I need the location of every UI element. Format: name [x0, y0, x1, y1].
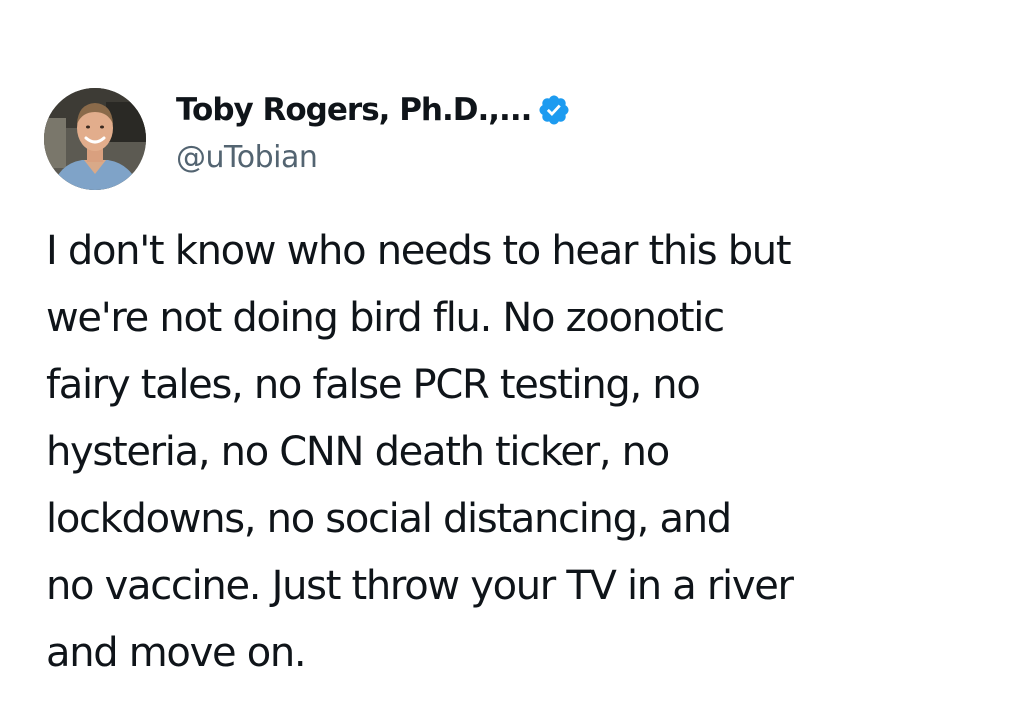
author-avatar[interactable]: [44, 88, 146, 190]
profile-photo-icon: [44, 88, 146, 190]
author-display-name[interactable]: Toby Rogers, Ph.D.,...: [176, 92, 532, 128]
tweet-card: Toby Rogers, Ph.D.,... @uTobian I don't …: [0, 0, 1024, 723]
tweet-text-line: hysteria, no CNN death ticker, no: [46, 429, 670, 475]
tweet-text-line: fairy tales, no false PCR testing, no: [46, 362, 701, 408]
author-handle[interactable]: @uTobian: [176, 140, 318, 175]
verified-badge-icon: [537, 93, 571, 127]
tweet-text-line: lockdowns, no social distancing, and: [46, 496, 732, 542]
tweet-text-line: I don't know who needs to hear this but: [46, 228, 792, 274]
author-name-row: Toby Rogers, Ph.D.,...: [176, 88, 571, 132]
tweet-text-line: we're not doing bird flu. No zoonotic: [46, 295, 725, 341]
tweet-body: I don't know who needs to hear this but …: [46, 218, 1006, 687]
tweet-text-line: and move on.: [46, 630, 307, 676]
tweet-text-line: no vaccine. Just throw your TV in a rive…: [46, 563, 794, 609]
